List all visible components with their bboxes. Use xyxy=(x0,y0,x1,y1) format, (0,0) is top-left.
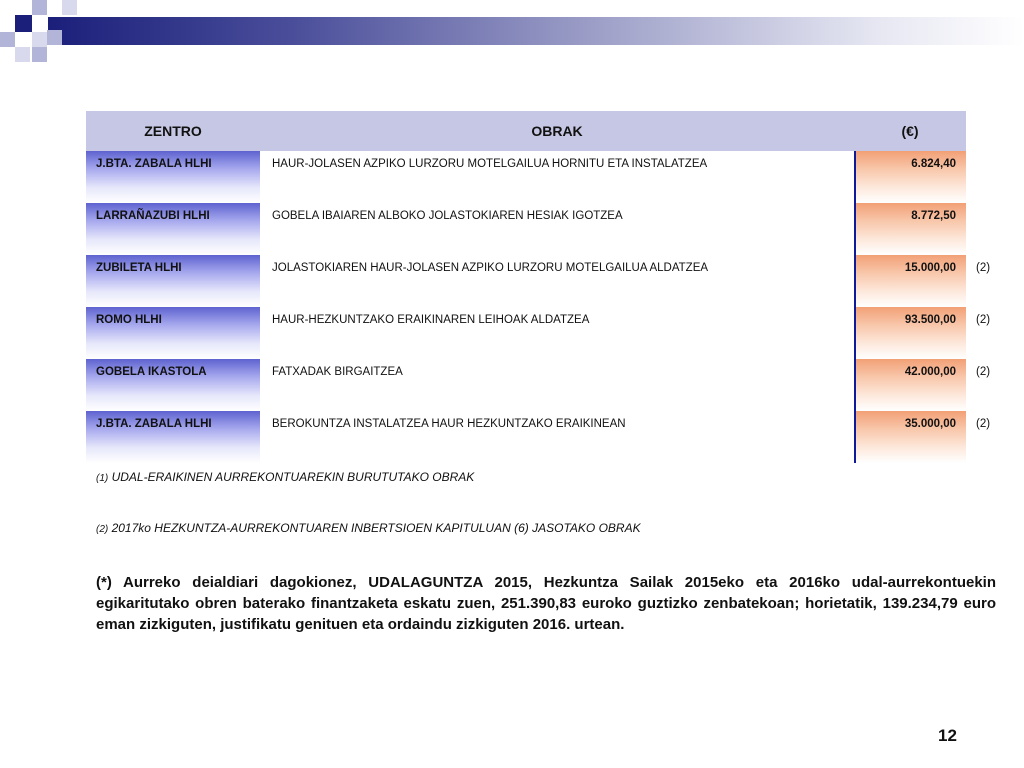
column-header-euro: (€) xyxy=(901,123,919,139)
header-square xyxy=(0,32,15,47)
header-square xyxy=(32,47,47,62)
footnote-1: (1) UDAL-ERAIKINEN AURREKONTUAREKIN BURU… xyxy=(96,470,474,484)
cell-note: (2) xyxy=(976,418,991,430)
table-row: LARRAÑAZUBI HLHI GOBELA IBAIAREN ALBOKO … xyxy=(86,203,966,255)
cell-note: (2) xyxy=(976,262,991,274)
cell-obrak: GOBELA IBAIAREN ALBOKO JOLASTOKIAREN HES… xyxy=(260,203,854,255)
footnote-text: UDAL-ERAIKINEN AURREKONTUAREKIN BURUTUTA… xyxy=(111,470,475,484)
cell-zentro: LARRAÑAZUBI HLHI xyxy=(86,203,260,255)
column-header-obrak: OBRAK xyxy=(531,123,583,139)
table-row: GOBELA IKASTOLA FATXADAK BIRGAITZEA 42.0… xyxy=(86,359,990,411)
cell-obrak: HAUR-JOLASEN AZPIKO LURZORU MOTELGAILUA … xyxy=(260,151,854,203)
cell-note: (2) xyxy=(976,366,991,378)
header-square xyxy=(62,0,77,15)
footnote-number: (1) xyxy=(96,473,109,484)
footnote-2: (2) 2017ko HEZKUNTZA-AURREKONTUAREN INBE… xyxy=(96,521,641,535)
cell-euro: 8.772,50 xyxy=(854,203,966,255)
header-square xyxy=(32,0,47,15)
cell-zentro: J.BTA. ZABALA HLHI xyxy=(86,151,260,203)
header-square xyxy=(15,47,30,62)
cell-obrak: FATXADAK BIRGAITZEA xyxy=(260,359,854,411)
cell-zentro: GOBELA IKASTOLA xyxy=(86,359,260,411)
header-square xyxy=(32,32,47,47)
column-header-zentro: ZENTRO xyxy=(144,123,202,139)
page-number: 12 xyxy=(938,726,957,745)
cell-euro: 6.824,40 xyxy=(854,151,966,203)
cell-euro: 93.500,00 xyxy=(854,307,966,359)
cell-obrak: HAUR-HEZKUNTZAKO ERAIKINAREN LEIHOAK ALD… xyxy=(260,307,854,359)
table-row: J.BTA. ZABALA HLHI HAUR-JOLASEN AZPIKO L… xyxy=(86,151,966,203)
cell-zentro: ZUBILETA HLHI xyxy=(86,255,260,307)
table-header: ZENTRO OBRAK (€) xyxy=(86,111,966,151)
cell-note: (2) xyxy=(976,314,991,326)
footnote-number: (2) xyxy=(96,524,109,535)
cell-obrak: BEROKUNTZA INSTALATZEA HAUR HEZKUNTZAKO … xyxy=(260,411,854,463)
table-row: ZUBILETA HLHI JOLASTOKIAREN HAUR-JOLASEN… xyxy=(86,255,990,307)
cell-zentro: ROMO HLHI xyxy=(86,307,260,359)
cell-euro: 35.000,00 xyxy=(854,411,966,463)
header-square xyxy=(15,15,32,32)
works-table: ZENTRO OBRAK (€) J.BTA. ZABALA HLHI HAUR… xyxy=(86,111,990,463)
cell-obrak: JOLASTOKIAREN HAUR-JOLASEN AZPIKO LURZOR… xyxy=(260,255,854,307)
summary-paragraph: (*) Aurreko deialdiari dagokionez, UDALA… xyxy=(96,574,996,633)
header-square xyxy=(47,30,62,45)
table-row: ROMO HLHI HAUR-HEZKUNTZAKO ERAIKINAREN L… xyxy=(86,307,990,359)
table-row: J.BTA. ZABALA HLHI BEROKUNTZA INSTALATZE… xyxy=(86,411,990,463)
footnote-text: 2017ko HEZKUNTZA-AURREKONTUAREN INBERTSI… xyxy=(111,521,641,535)
cell-euro: 42.000,00 xyxy=(854,359,966,411)
cell-euro: 15.000,00 xyxy=(854,255,966,307)
header-gradient-bar xyxy=(48,17,1024,45)
cell-zentro: J.BTA. ZABALA HLHI xyxy=(86,411,260,463)
